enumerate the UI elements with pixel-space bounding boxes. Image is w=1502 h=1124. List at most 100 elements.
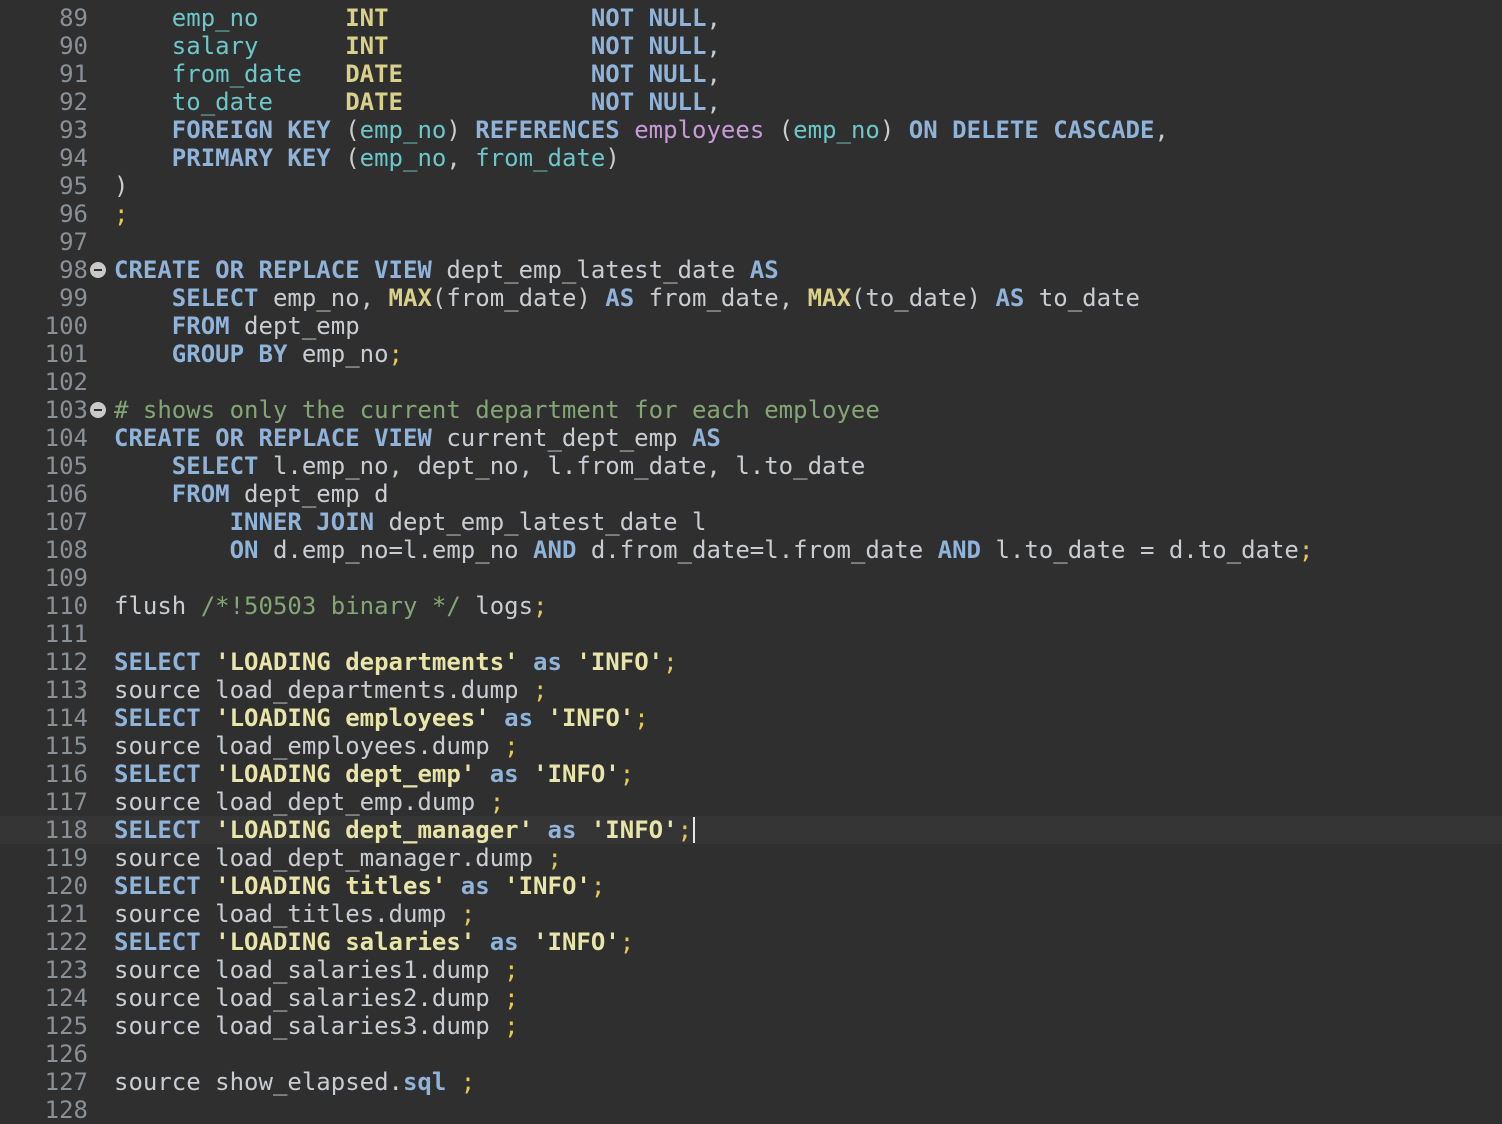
- code-line[interactable]: 124 source load_salaries2.dump ;: [0, 984, 1502, 1012]
- code-line[interactable]: 116 SELECT 'LOADING dept_emp' as 'INFO';: [0, 760, 1502, 788]
- code-text[interactable]: # shows only the current department for …: [114, 396, 880, 424]
- line-number: 122: [44, 928, 88, 956]
- token-kw: NOT NULL: [590, 60, 707, 88]
- code-text[interactable]: source load_dept_manager.dump ;: [114, 844, 562, 872]
- token-plain: (: [330, 144, 360, 172]
- token-plain: flush: [114, 592, 201, 620]
- code-line[interactable]: 123 source load_salaries1.dump ;: [0, 956, 1502, 984]
- code-text[interactable]: source load_salaries2.dump ;: [114, 984, 519, 1012]
- token-plain: dept_emp_latest_date: [431, 256, 750, 284]
- code-line[interactable]: 103 # shows only the current department f…: [0, 396, 1502, 424]
- code-line[interactable]: 121 source load_titles.dump ;: [0, 900, 1502, 928]
- token-plain: d.from_date=l.from_date: [576, 536, 938, 564]
- code-text[interactable]: source load_salaries3.dump ;: [114, 1012, 519, 1040]
- code-text[interactable]: SELECT 'LOADING dept_emp' as 'INFO';: [114, 760, 634, 788]
- code-text[interactable]: ;: [114, 200, 128, 228]
- code-line[interactable]: 122 SELECT 'LOADING salaries' as 'INFO';: [0, 928, 1502, 956]
- code-text[interactable]: INNER JOIN dept_emp_latest_date l: [114, 508, 707, 536]
- code-line[interactable]: 106 FROM dept_emp d: [0, 480, 1502, 508]
- code-line[interactable]: 120 SELECT 'LOADING titles' as 'INFO';: [0, 872, 1502, 900]
- code-line[interactable]: 105 SELECT l.emp_no, dept_no, l.from_dat…: [0, 452, 1502, 480]
- token-kw: FOREIGN KEY: [171, 116, 331, 144]
- code-text[interactable]: FROM dept_emp: [114, 312, 360, 340]
- token-punct: ;: [504, 956, 519, 984]
- code-line[interactable]: 100 FROM dept_emp: [0, 312, 1502, 340]
- code-text[interactable]: source load_dept_emp.dump ;: [114, 788, 504, 816]
- code-text[interactable]: SELECT 'LOADING departments' as 'INFO';: [114, 648, 678, 676]
- code-text[interactable]: from_date DATE NOT NULL,: [114, 60, 721, 88]
- code-line[interactable]: 93 FOREIGN KEY (emp_no) REFERENCES emplo…: [0, 116, 1502, 144]
- code-line[interactable]: 128: [0, 1096, 1502, 1124]
- line-number: 93: [59, 116, 88, 144]
- code-text[interactable]: SELECT emp_no, MAX(from_date) AS from_da…: [114, 284, 1140, 312]
- code-line[interactable]: 114 SELECT 'LOADING employees' as 'INFO';: [0, 704, 1502, 732]
- code-line[interactable]: 108 ON d.emp_no=l.emp_no AND d.from_date…: [0, 536, 1502, 564]
- code-line[interactable]: 115 source load_employees.dump ;: [0, 732, 1502, 760]
- code-text[interactable]: source load_employees.dump ;: [114, 732, 519, 760]
- code-line[interactable]: 126: [0, 1040, 1502, 1068]
- token-plain: (: [764, 116, 794, 144]
- token-plain: (from_date): [431, 284, 606, 312]
- code-text[interactable]: SELECT l.emp_no, dept_no, l.from_date, l…: [114, 452, 866, 480]
- code-line[interactable]: 89 emp_no INT NOT NULL,: [0, 4, 1502, 32]
- code-line[interactable]: 99 SELECT emp_no, MAX(from_date) AS from…: [0, 284, 1502, 312]
- code-text[interactable]: flush /*!50503 binary */ logs;: [114, 592, 548, 620]
- code-line[interactable]: 97: [0, 228, 1502, 256]
- code-text[interactable]: SELECT 'LOADING dept_manager' as 'INFO';: [114, 816, 696, 844]
- code-text[interactable]: source load_departments.dump ;: [114, 676, 547, 704]
- token-str: 'INFO': [504, 872, 591, 900]
- code-text[interactable]: ON d.emp_no=l.emp_no AND d.from_date=l.f…: [114, 536, 1314, 564]
- code-line[interactable]: 113 source load_departments.dump ;: [0, 676, 1502, 704]
- code-line[interactable]: 117 source load_dept_emp.dump ;: [0, 788, 1502, 816]
- code-line[interactable]: 112 SELECT 'LOADING departments' as 'INFO…: [0, 648, 1502, 676]
- code-text[interactable]: SELECT 'LOADING titles' as 'INFO';: [114, 872, 605, 900]
- code-line[interactable]: 101 GROUP BY emp_no;: [0, 340, 1502, 368]
- code-line[interactable]: 98 CREATE OR REPLACE VIEW dept_emp_latest…: [0, 256, 1502, 284]
- code-line[interactable]: 127 source show_elapsed.sql ;: [0, 1068, 1502, 1096]
- code-text[interactable]: emp_no INT NOT NULL,: [114, 4, 721, 32]
- code-text[interactable]: CREATE OR REPLACE VIEW current_dept_emp …: [114, 424, 721, 452]
- token-ident: from_date: [171, 60, 302, 88]
- token-plain: ,: [1154, 116, 1169, 144]
- code-line[interactable]: 109: [0, 564, 1502, 592]
- code-line[interactable]: 102: [0, 368, 1502, 396]
- code-text[interactable]: SELECT 'LOADING employees' as 'INFO';: [114, 704, 649, 732]
- code-line[interactable]: 92 to_date DATE NOT NULL,: [0, 88, 1502, 116]
- token-str: 'LOADING titles': [215, 872, 447, 900]
- code-line[interactable]: 104 CREATE OR REPLACE VIEW current_dept_e…: [0, 424, 1502, 452]
- code-text[interactable]: SELECT 'LOADING salaries' as 'INFO';: [114, 928, 634, 956]
- token-punct: ;: [619, 760, 635, 788]
- token-plain: ,: [706, 4, 721, 32]
- code-line[interactable]: 94 PRIMARY KEY (emp_no, from_date): [0, 144, 1502, 172]
- fold-collapse-icon[interactable]: [90, 402, 106, 418]
- code-text[interactable]: ): [114, 172, 128, 200]
- code-line[interactable]: 125 source load_salaries3.dump ;: [0, 1012, 1502, 1040]
- code-line[interactable]: 107 INNER JOIN dept_emp_latest_date l: [0, 508, 1502, 536]
- code-line[interactable]: 110 flush /*!50503 binary */ logs;: [0, 592, 1502, 620]
- code-text[interactable]: PRIMARY KEY (emp_no, from_date): [114, 144, 620, 172]
- code-line[interactable]: 95): [0, 172, 1502, 200]
- code-text[interactable]: source show_elapsed.sql ;: [114, 1068, 475, 1096]
- current-code-line[interactable]: 118 SELECT 'LOADING dept_manager' as 'INF…: [0, 816, 1502, 844]
- code-text[interactable]: source load_titles.dump ;: [114, 900, 475, 928]
- line-number: 117: [44, 788, 88, 816]
- code-text[interactable]: to_date DATE NOT NULL,: [114, 88, 721, 116]
- token-fn: MAX: [388, 284, 432, 312]
- code-line[interactable]: 111: [0, 620, 1502, 648]
- code-editor[interactable]: 89 emp_no INT NOT NULL, 90 salary INT NOT…: [0, 4, 1502, 1124]
- code-text[interactable]: GROUP BY emp_no;: [114, 340, 403, 368]
- code-text[interactable]: FROM dept_emp d: [114, 480, 389, 508]
- code-line[interactable]: 90 salary INT NOT NULL,: [0, 32, 1502, 60]
- code-line[interactable]: 119 source load_dept_manager.dump ;: [0, 844, 1502, 872]
- code-text[interactable]: FOREIGN KEY (emp_no) REFERENCES employee…: [114, 116, 1169, 144]
- code-line[interactable]: 91 from_date DATE NOT NULL,: [0, 60, 1502, 88]
- code-line[interactable]: 96;: [0, 200, 1502, 228]
- fold-collapse-icon[interactable]: [90, 262, 106, 278]
- code-text[interactable]: source load_salaries1.dump ;: [114, 956, 519, 984]
- code-text[interactable]: CREATE OR REPLACE VIEW dept_emp_latest_d…: [114, 256, 779, 284]
- code-text[interactable]: salary INT NOT NULL,: [114, 32, 721, 60]
